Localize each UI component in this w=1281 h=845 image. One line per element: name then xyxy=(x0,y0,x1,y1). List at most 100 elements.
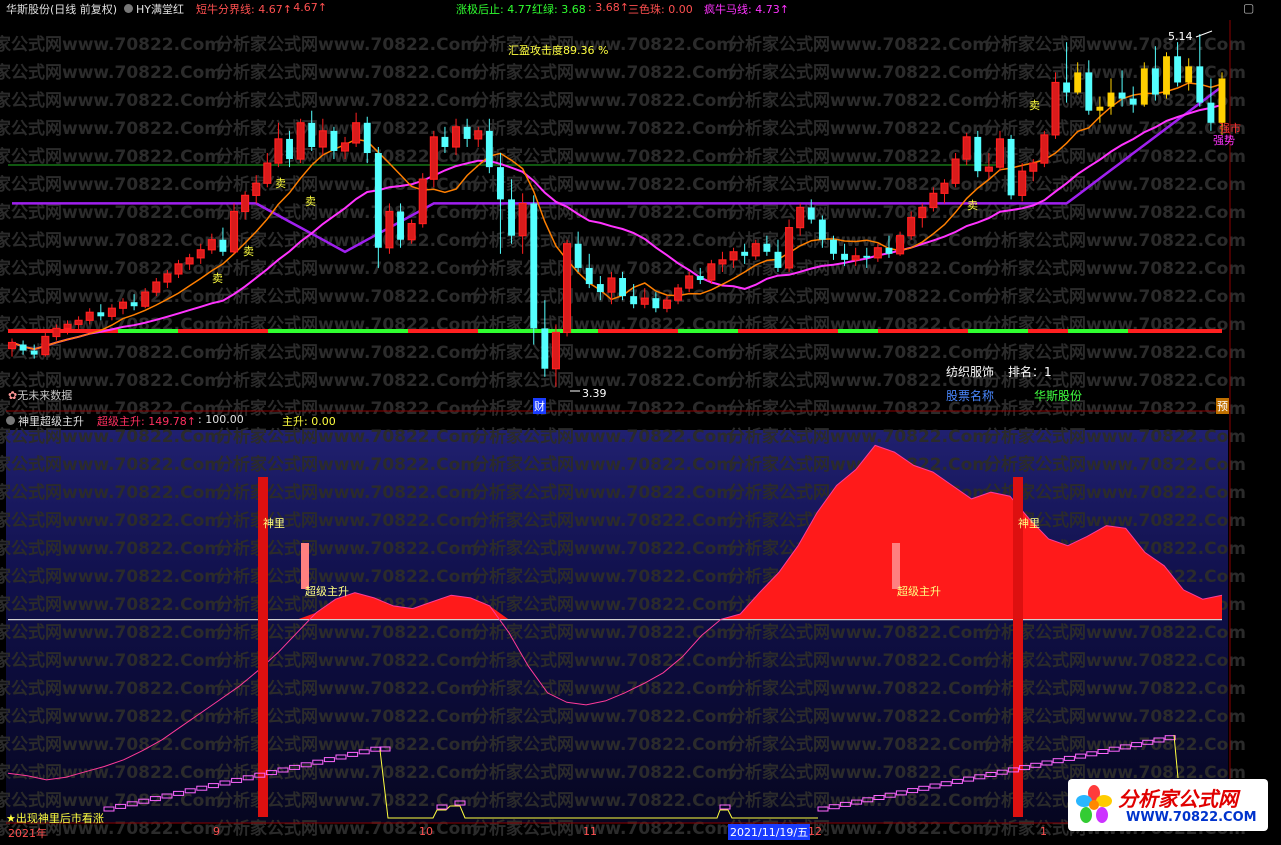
candlestick[interactable] xyxy=(385,203,394,254)
candlestick[interactable] xyxy=(563,239,572,337)
candlestick[interactable] xyxy=(1163,52,1170,99)
high-price-label: 5.14 xyxy=(1168,30,1193,43)
watermark-text: 分析家公式网www.70822.Com xyxy=(0,510,222,531)
candlestick[interactable] xyxy=(785,219,794,272)
watermark-text: 分析家公式网www.70822.Com xyxy=(984,34,1246,55)
candlestick[interactable] xyxy=(1140,62,1148,107)
watermark-text: 分析家公式网www.70822.Com xyxy=(216,118,478,139)
watermark-text: 分析家公式网www.70822.Com xyxy=(472,454,734,475)
three-color-bar xyxy=(1068,329,1128,333)
watermark-text: 分析家公式网www.70822.Com xyxy=(216,202,478,223)
watermark-text: 分析家公式网www.70822.Com xyxy=(472,538,734,559)
candlestick[interactable] xyxy=(429,130,438,188)
watermark-text: 分析家公式网www.70822.Com xyxy=(216,370,478,391)
sub-indicator-selector[interactable]: 神里超级主升 xyxy=(6,413,84,429)
three-color-bar xyxy=(968,329,1028,333)
watermark-text: 分析家公式网www.70822.Com xyxy=(984,62,1246,83)
three-color-bar xyxy=(598,329,678,333)
candlestick[interactable] xyxy=(1007,134,1015,200)
candlestick[interactable] xyxy=(418,173,427,228)
watermark-text: 分析家公式网www.70822.Com xyxy=(472,146,734,167)
sell-marker: 卖 xyxy=(275,177,286,190)
watermark-text: 分析家公式网www.70822.Com xyxy=(472,566,734,587)
three-color-bar xyxy=(178,329,268,333)
logo-text: 分析家公式网 xyxy=(1118,787,1238,811)
watermark-text: 分析家公式网www.70822.Com xyxy=(0,650,222,671)
candlestick[interactable] xyxy=(530,195,538,345)
stock-chart-window[interactable]: 分析家公式网www.70822.Com分析家公式网www.70822.Com分析… xyxy=(0,0,1281,845)
candlestick[interactable] xyxy=(974,130,982,178)
watermark-text: 分析家公式网www.70822.Com xyxy=(0,538,222,559)
watermark-text: 分析家公式网www.70822.Com xyxy=(0,62,222,83)
watermark-text: 分析家公式网www.70822.Com xyxy=(984,454,1246,475)
watermark-text: 分析家公式网www.70822.Com xyxy=(0,34,222,55)
watermark-text: 分析家公式网www.70822.Com xyxy=(216,538,478,559)
watermark-text: 分析家公式网www.70822.Com xyxy=(472,426,734,447)
watermark-text: 分析家公式网www.70822.Com xyxy=(0,566,222,587)
candlestick[interactable] xyxy=(229,203,239,254)
watermark-text: 分析家公式网www.70822.Com xyxy=(728,762,990,783)
watermark-text: 分析家公式网www.70822.Com xyxy=(216,454,478,475)
indicator-selector[interactable]: HY满堂红 xyxy=(124,1,184,17)
watermark-text: 分析家公式网www.70822.Com xyxy=(0,762,222,783)
watermark-text: 分析家公式网www.70822.Com xyxy=(216,818,478,839)
watermark-text: 分析家公式网www.70822.Com xyxy=(472,118,734,139)
watermark-text: 分析家公式网www.70822.Com xyxy=(728,174,990,195)
watermark-text: 分析家公式网www.70822.Com xyxy=(216,286,478,307)
watermark-text: 分析家公式网www.70822.Com xyxy=(728,426,990,447)
watermark-text: 分析家公式网www.70822.Com xyxy=(984,258,1246,279)
watermark-text: 分析家公式网www.70822.Com xyxy=(0,678,222,699)
watermark-text: 分析家公式网www.70822.Com xyxy=(728,146,990,167)
indicator-name: HY满堂红 xyxy=(136,3,184,16)
watermark-text: 分析家公式网www.70822.Com xyxy=(728,734,990,755)
stock-title[interactable]: 华斯股份(日线 前复权) xyxy=(6,1,117,17)
three-color-bar xyxy=(878,329,968,333)
industry-label: 纺织服饰 xyxy=(946,365,995,379)
watermark-text: 分析家公式网www.70822.Com xyxy=(984,650,1246,671)
shenli-label: 神里 xyxy=(263,517,285,530)
main-up-value: 主升: 0.00 xyxy=(282,415,336,428)
watermark-text: 分析家公式网www.70822.Com xyxy=(0,286,222,307)
finance-marker[interactable]: 财 xyxy=(533,398,546,414)
three-color-bar xyxy=(1028,329,1068,333)
watermark-text: 分析家公式网www.70822.Com xyxy=(216,34,478,55)
watermark-text: 分析家公式网www.70822.Com xyxy=(216,706,478,727)
watermark-text: 分析家公式网www.70822.Com xyxy=(472,510,734,531)
three-color-value: 三色珠: 0.00 xyxy=(628,3,693,16)
candlestick[interactable] xyxy=(896,231,905,256)
watermark-text: 分析家公式网www.70822.Com xyxy=(472,762,734,783)
watermark-text: 分析家公式网www.70822.Com xyxy=(216,790,478,811)
watermark-text: 分析家公式网www.70822.Com xyxy=(728,34,990,55)
watermark-text: 分析家公式网www.70822.Com xyxy=(216,90,478,111)
watermark-text: 分析家公式网www.70822.Com xyxy=(216,622,478,643)
watermark-text: 分析家公式网www.70822.Com xyxy=(984,426,1246,447)
watermark-text: 分析家公式网www.70822.Com xyxy=(216,762,478,783)
watermark-text: 分析家公式网www.70822.Com xyxy=(472,790,734,811)
watermark-text: 分析家公式网www.70822.Com xyxy=(472,818,734,839)
watermark-text: 分析家公式网www.70822.Com xyxy=(216,510,478,531)
watermark-text: 分析家公式网www.70822.Com xyxy=(472,342,734,363)
site-logo: 分析家公式网 WWW.70822.COM xyxy=(1068,779,1268,831)
stock-name: 华斯股份 xyxy=(6,3,50,16)
flower-icon xyxy=(1074,783,1114,827)
watermark-text: 分析家公式网www.70822.Com xyxy=(984,118,1246,139)
watermark-text: 分析家公式网www.70822.Com xyxy=(0,174,222,195)
candlestick[interactable] xyxy=(1040,130,1049,168)
candlestick[interactable] xyxy=(41,332,50,357)
forecast-marker[interactable]: 预 xyxy=(1216,398,1229,414)
cursor-date[interactable]: 2021/11/19/五 xyxy=(728,824,811,840)
crazy-bull-value: 疯牛马线: 4.73↑ xyxy=(704,3,789,16)
super-up-value: 超级主升: 149.78↑ xyxy=(97,415,196,428)
watermark-text: 分析家公式网www.70822.Com xyxy=(216,62,478,83)
watermark-text: 分析家公式网www.70822.Com xyxy=(0,454,222,475)
watermark-text: 分析家公式网www.70822.Com xyxy=(472,650,734,671)
sell-marker: 卖 xyxy=(967,199,978,212)
watermark-text: 分析家公式网www.70822.Com xyxy=(984,678,1246,699)
candlestick[interactable] xyxy=(296,118,305,164)
candlestick[interactable] xyxy=(407,219,416,244)
candlestick[interactable] xyxy=(1051,72,1060,139)
window-toggle-icon[interactable]: ▢ xyxy=(1243,1,1254,15)
watermark-text: 分析家公式网www.70822.Com xyxy=(216,342,478,363)
bull-split-value-2: : 4.67↑ xyxy=(286,1,327,14)
candlestick[interactable] xyxy=(707,259,716,285)
